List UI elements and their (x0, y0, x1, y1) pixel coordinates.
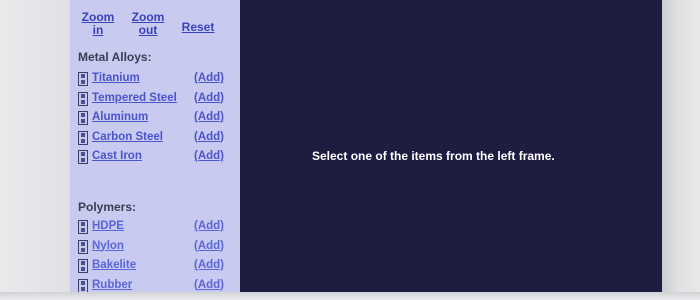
add-link-hdpe[interactable]: (Add) (194, 220, 224, 232)
list-item: Carbon Steel (Add) (78, 129, 236, 149)
list-item: Nylon (Add) (78, 238, 236, 258)
add-link-titanium[interactable]: (Add) (194, 72, 224, 84)
item-link-titanium[interactable]: Titanium (92, 72, 140, 84)
reset-link[interactable]: Reset (178, 21, 218, 34)
item-link-bakelite[interactable]: Bakelite (92, 259, 136, 271)
item-icon[interactable] (78, 72, 88, 86)
polymers-list: HDPE (Add) Nylon (Add) Bakelite (Add) Ru… (78, 218, 236, 296)
item-icon[interactable] (78, 91, 88, 106)
add-link-rubber[interactable]: (Add) (194, 279, 224, 291)
list-item: Bakelite (Add) (78, 257, 236, 277)
add-link-cast-iron[interactable]: (Add) (194, 150, 224, 162)
list-item: Tempered Steel (Add) (78, 90, 236, 110)
item-icon[interactable] (78, 111, 88, 125)
metal-alloys-list: Titanium (Add) Tempered Steel (Add) Alum… (78, 70, 236, 168)
item-icon[interactable] (78, 130, 88, 145)
item-link-cast-iron[interactable]: Cast Iron (92, 150, 142, 162)
item-icon[interactable] (78, 259, 88, 273)
list-item: HDPE (Add) (78, 218, 236, 238)
add-link-nylon[interactable]: (Add) (194, 240, 224, 252)
item-link-carbon-steel[interactable]: Carbon Steel (92, 131, 163, 143)
list-item: Aluminum (Add) (78, 109, 236, 129)
item-icon[interactable] (78, 278, 88, 293)
instruction-message: Select one of the items from the left fr… (312, 149, 555, 163)
monitor-bezel (662, 0, 700, 300)
add-link-carbon-steel[interactable]: (Add) (194, 131, 224, 143)
left-frame: Zoom in Zoom out Reset Metal Alloys: Tit… (70, 0, 240, 296)
zoom-out-link[interactable]: Zoom out (128, 11, 168, 37)
polymers-heading: Polymers: (78, 200, 137, 214)
item-icon[interactable] (78, 150, 88, 164)
list-item: Cast Iron (Add) (78, 148, 236, 168)
item-link-tempered-steel[interactable]: Tempered Steel (92, 92, 177, 104)
zoom-in-link[interactable]: Zoom in (80, 11, 116, 37)
item-link-hdpe[interactable]: HDPE (92, 220, 124, 232)
item-icon[interactable] (78, 239, 88, 254)
monitor-screen: Zoom in Zoom out Reset Metal Alloys: Tit… (70, 0, 662, 296)
item-icon[interactable] (78, 220, 88, 234)
monitor-bottom-edge (0, 292, 700, 300)
right-frame: Select one of the items from the left fr… (242, 0, 662, 296)
item-link-aluminum[interactable]: Aluminum (92, 111, 148, 123)
add-link-aluminum[interactable]: (Add) (194, 111, 224, 123)
add-link-tempered-steel[interactable]: (Add) (194, 92, 224, 104)
item-link-rubber[interactable]: Rubber (92, 279, 132, 291)
zoom-toolbar: Zoom in Zoom out Reset (80, 8, 240, 44)
add-link-bakelite[interactable]: (Add) (194, 259, 224, 271)
list-item: Titanium (Add) (78, 70, 236, 90)
metal-alloys-heading: Metal Alloys: (78, 50, 152, 64)
item-link-nylon[interactable]: Nylon (92, 240, 124, 252)
